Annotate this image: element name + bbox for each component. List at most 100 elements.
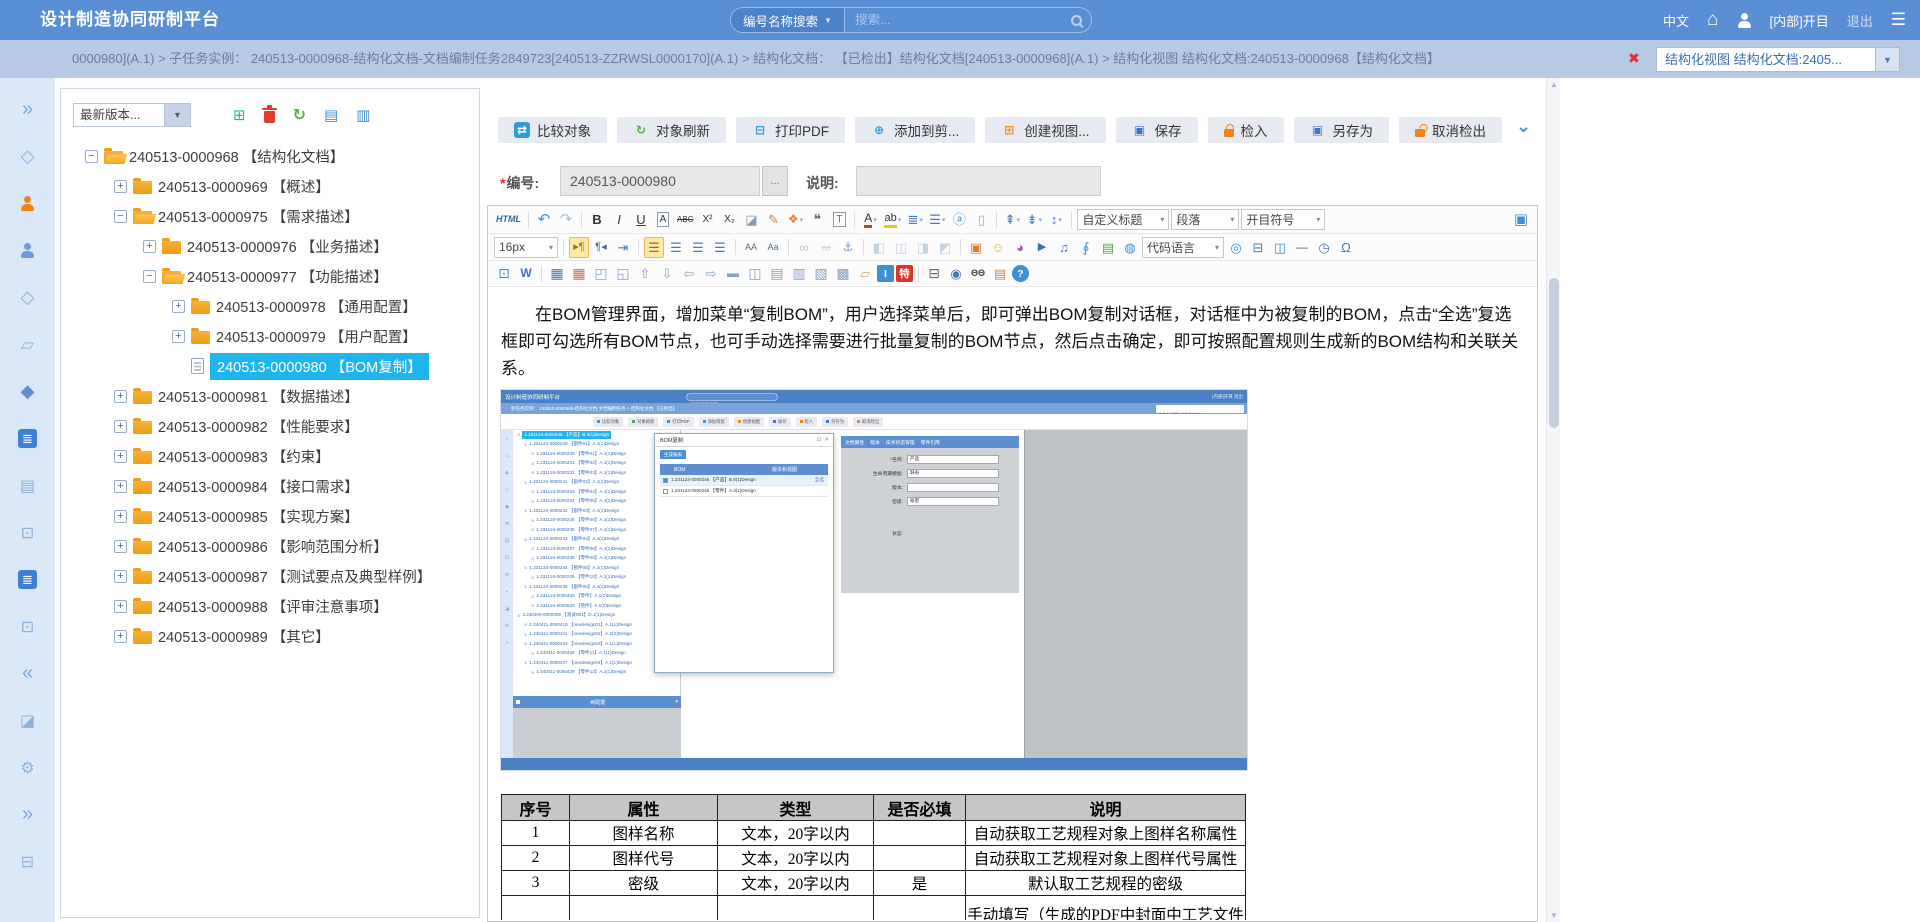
tree-expander-icon[interactable]: − [114, 210, 127, 223]
attachment-icon[interactable]: ∮ [1076, 237, 1096, 258]
table-style-icon[interactable]: ▩ [833, 263, 853, 284]
table-prop-icon[interactable]: ◰ [591, 263, 611, 284]
html-source-icon[interactable]: HTML [494, 209, 523, 230]
print-pdf-button[interactable]: ⊟打印PDF [736, 117, 845, 143]
tree-expander-icon[interactable]: − [85, 150, 98, 163]
to-lowercase-icon[interactable]: Aa [763, 237, 783, 258]
para-spacing-after-icon[interactable]: ⇟▾ [1024, 209, 1044, 230]
bold-icon[interactable]: B [587, 209, 607, 230]
tree-item[interactable]: +240513-0000981 【数据描述】 [71, 381, 477, 411]
clear-format-icon[interactable]: ❖▾ [785, 209, 805, 230]
vertical-scrollbar[interactable]: ▲ ▼ [1546, 78, 1560, 922]
save-as-button[interactable]: ▣另存为 [1294, 117, 1390, 143]
current-user[interactable]: [内部]开目 [1770, 11, 1829, 30]
superscript-icon[interactable]: X² [697, 209, 717, 230]
tree-expander-icon[interactable]: + [114, 420, 127, 433]
palette-icon[interactable]: ◕ [1010, 237, 1030, 258]
hamburger-menu-icon[interactable]: ☰ [1891, 10, 1906, 30]
merge-cells-icon[interactable]: ▬ [723, 263, 743, 284]
code-field[interactable] [560, 166, 760, 196]
hr-icon[interactable]: — [1292, 237, 1312, 258]
to-uppercase-icon[interactable]: AA [741, 237, 761, 258]
insert-col-right-icon[interactable]: ⇨ [701, 263, 721, 284]
font-style-icon[interactable]: A [653, 209, 673, 230]
create-view-button[interactable]: ⊞创建视图... [985, 117, 1105, 143]
more-button[interactable]: ... [762, 166, 788, 196]
insert-map-icon[interactable]: ▤ [1098, 237, 1118, 258]
archive-folder-icon[interactable]: ⊟ [0, 838, 55, 885]
paragraph-rtl-icon[interactable]: ¶◂ [591, 237, 611, 258]
tree-expander-icon[interactable]: + [114, 540, 127, 553]
tree-item[interactable]: +240513-0000986 【影响范围分析】 [71, 531, 477, 561]
doc-search-icon[interactable]: ▥ [356, 106, 370, 124]
italic-icon[interactable]: I [609, 209, 629, 230]
add-to-clipboard-button[interactable]: ⊕添加到剪... [855, 117, 975, 143]
tree-item[interactable]: +240513-0000984 【接口需求】 [71, 471, 477, 501]
highlight-icon[interactable]: ab▾ [882, 209, 903, 230]
find-replace-icon[interactable]: ΘΘ [968, 263, 988, 284]
tree-expander-icon[interactable]: + [114, 390, 127, 403]
strikethrough-icon[interactable]: ABC [675, 209, 695, 230]
delete-table-icon[interactable]: ▦ [569, 263, 589, 284]
align-left-icon[interactable]: ☰ [644, 237, 664, 258]
font-color-icon[interactable]: A▾ [860, 209, 880, 230]
tree-item[interactable]: 240513-0000980 【BOM复制】 [71, 351, 477, 381]
tree-expander-icon[interactable]: + [114, 600, 127, 613]
tree-item[interactable]: −240513-0000977 【功能描述】 [71, 261, 477, 291]
user-management-icon[interactable] [0, 180, 55, 227]
part-library-icon[interactable]: ◇ [0, 274, 55, 321]
tree-item[interactable]: −240513-0000975 【需求描述】 [71, 201, 477, 231]
close-icon[interactable]: ✖ [1628, 50, 1640, 67]
scrollbar-thumb[interactable] [1549, 278, 1559, 428]
compare-object-button[interactable]: ⇄比较对象 [498, 117, 607, 143]
collapse-toolbar-icon[interactable]: ⌄ [1516, 116, 1531, 137]
special-format-icon[interactable]: 特 [896, 265, 913, 282]
insert-chart-icon[interactable]: ◍ [1120, 237, 1140, 258]
help-icon[interactable]: ? [1012, 265, 1029, 282]
paragraph-ltr-icon[interactable]: ▸¶ [569, 237, 589, 258]
language-switch[interactable]: 中文 [1663, 11, 1689, 30]
view-history-select[interactable]: 结构化视图 结构化文档:2405... ▼ [1656, 47, 1900, 72]
insert-image-icon[interactable]: ▣ [966, 237, 986, 258]
scroll-down-icon[interactable]: ▼ [1547, 911, 1561, 920]
tree-expander-icon[interactable]: + [114, 180, 127, 193]
cancel-checkout-button[interactable]: 取消检出 [1399, 117, 1502, 143]
format-brush-icon[interactable]: ✎ [763, 209, 783, 230]
font-size-select[interactable]: 16px▾ [494, 237, 558, 258]
print-icon[interactable]: ⊟ [924, 263, 944, 284]
anchor-icon[interactable]: ⚓ [838, 237, 858, 258]
eraser-icon[interactable]: ◪ [741, 209, 761, 230]
img-block-icon[interactable]: ◩ [935, 237, 955, 258]
tree-expander-icon[interactable]: + [114, 480, 127, 493]
tree-item[interactable]: +240513-0000988 【评审注意事项】 [71, 591, 477, 621]
monitor-view-icon[interactable]: ⊡ [0, 509, 55, 556]
img-inline-icon[interactable]: ◫ [891, 237, 911, 258]
search-icon[interactable] [1061, 8, 1091, 32]
split-cell-icon[interactable]: ◫ [745, 263, 765, 284]
doc-view-icon[interactable]: ▤ [324, 106, 338, 124]
paragraph-select[interactable]: 段落▾ [1171, 209, 1239, 230]
insert-code-icon[interactable]: ◎ [1226, 237, 1246, 258]
tree-expander-icon[interactable]: + [114, 510, 127, 523]
datetime-icon[interactable]: ◷ [1314, 237, 1334, 258]
text-indent-icon[interactable]: ⇥ [613, 237, 633, 258]
user-avatar-icon[interactable] [1737, 13, 1752, 28]
task-card-icon[interactable]: ▤ [0, 462, 55, 509]
bullet-list-icon[interactable]: ☰▾ [927, 209, 947, 230]
insert-table-icon[interactable]: ▦ [547, 263, 567, 284]
tree-item[interactable]: +240513-0000982 【性能要求】 [71, 411, 477, 441]
tree-expander-icon[interactable]: + [143, 240, 156, 253]
tree-expander-icon[interactable]: + [172, 300, 185, 313]
tree-expander-icon[interactable]: + [114, 570, 127, 583]
checkin-button[interactable]: 检入 [1208, 117, 1284, 143]
tree-item[interactable]: +240513-0000987 【测试要点及典型样例】 [71, 561, 477, 591]
img-float-left-icon[interactable]: ◧ [869, 237, 889, 258]
redo-icon[interactable]: ↷ [556, 209, 576, 230]
expand-more-icon[interactable]: » [0, 791, 55, 838]
underline-icon[interactable]: U [631, 209, 651, 230]
insert-row-above-icon[interactable]: ⇧ [635, 263, 655, 284]
special-char-icon[interactable]: Ω [1336, 237, 1356, 258]
insert-col-left-icon[interactable]: ⇦ [679, 263, 699, 284]
cell-prop-icon[interactable]: ◱ [613, 263, 633, 284]
monitor-view2-icon[interactable]: ⊡ [0, 603, 55, 650]
